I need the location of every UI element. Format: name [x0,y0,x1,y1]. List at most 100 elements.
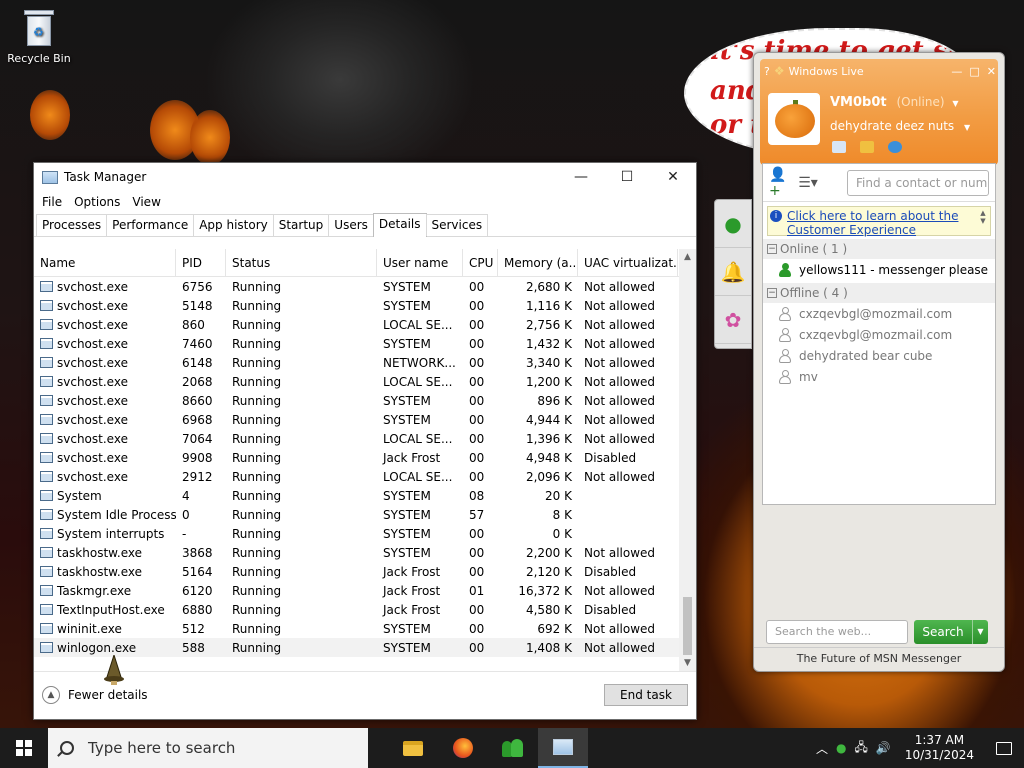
cell-name: svchost.exe [34,337,176,351]
clock[interactable]: 1:37 AM 10/31/2024 [895,733,984,763]
contact-item[interactable]: cxzqevbgl@mozmail.com [763,303,995,324]
side-tab-alerts[interactable]: 🔔 [715,248,751,296]
title-bar[interactable]: Task Manager — ☐ ✕ [34,163,696,191]
scroll-down-icon[interactable]: ▼ [679,655,696,671]
tab-processes[interactable]: Processes [36,214,108,236]
table-row[interactable]: svchost.exe 6968 Running SYSTEM 00 4,944 K Not… [34,410,696,429]
cell-memory: 896 K [537,393,572,408]
tab-users[interactable]: Users [328,214,374,236]
table-row[interactable]: svchost.exe 7064 Running LOCAL SE... 00 1,396… [34,429,696,448]
collapse-icon[interactable]: − [767,244,777,254]
minimize-button[interactable]: — [558,163,604,191]
collapse-icon[interactable]: − [767,288,777,298]
table-row[interactable]: svchost.exe 8660 Running SYSTEM 00 896 K Not a… [34,391,696,410]
user-info[interactable]: VM0b0t (Online) ▼ [830,95,959,110]
search-options-icon[interactable]: ▼ [972,620,988,644]
table-row[interactable]: svchost.exe 7460 Running SYSTEM 00 1,432 K Not… [34,334,696,353]
contact-name: cxzqevbgl@mozmail.com [799,327,953,342]
scroll-up-icon[interactable]: ▲ [679,249,696,265]
taskbar-firefox[interactable] [438,728,488,768]
network-icon[interactable]: 🖧 [850,738,871,759]
table-row[interactable]: System Idle Process 0 Running SYSTEM 57 8 K [34,505,696,524]
contact-item[interactable]: yellows111 - messenger please [763,259,995,280]
customer-experience-link[interactable]: Click here to learn about the Customer E… [787,209,976,237]
fewer-details-button[interactable]: ▲ Fewer details [42,686,148,704]
folder-icon[interactable] [860,141,874,153]
column-header-cpu[interactable]: CPU [463,249,498,277]
column-header-memory[interactable]: Memory (a... [498,249,578,277]
tray-overflow-icon[interactable]: ︿ [812,740,832,757]
column-header-user[interactable]: User name [377,249,463,277]
taskbar-msn[interactable] [488,728,538,768]
tray-msn-icon[interactable]: ● [832,741,850,755]
personal-message[interactable]: dehydrate deez nuts ▼ [830,119,970,133]
help-icon[interactable]: ? [764,65,770,78]
cell-status: Running [232,564,282,579]
tab-app-history[interactable]: App history [193,214,274,236]
close-icon[interactable]: ✕ [987,65,996,78]
table-row[interactable]: wininit.exe 512 Running SYSTEM 00 692 K Not al… [34,619,696,638]
table-row[interactable]: svchost.exe 5148 Running SYSTEM 00 1,116 K Not… [34,296,696,315]
tab-performance[interactable]: Performance [106,214,195,236]
maximize-button[interactable]: ☐ [604,163,650,191]
menu-file[interactable]: File [36,195,68,209]
taskbar-task-manager[interactable] [538,728,588,768]
end-task-button[interactable]: End task [604,684,688,706]
recycle-bin[interactable]: ♻ Recycle Bin [6,8,72,65]
table-row[interactable]: svchost.exe 2068 Running LOCAL SE... 00 1,200… [34,372,696,391]
start-button[interactable] [0,728,48,768]
table-row[interactable]: taskhostw.exe 3868 Running SYSTEM 00 2,200 K N… [34,543,696,562]
table-row[interactable]: svchost.exe 6148 Running NETWORK... 00 3,340 … [34,353,696,372]
minimize-icon[interactable]: — [951,65,962,78]
cell-memory: 3,340 K [525,355,572,370]
psm-dropdown-icon[interactable]: ▼ [964,123,970,132]
contact-item[interactable]: dehydrated bear cube [763,345,995,366]
table-row[interactable]: System 4 Running SYSTEM 08 20 K [34,486,696,505]
table-row[interactable]: Taskmgr.exe 6120 Running Jack Frost 01 16,372… [34,581,696,600]
add-contact-icon[interactable]: 👤+ [769,167,795,199]
tab-details[interactable]: Details [372,213,427,237]
taskbar-file-explorer[interactable] [388,728,438,768]
scroll-thumb[interactable] [683,597,692,655]
side-tab-contacts[interactable]: ● [715,200,751,248]
menu-options[interactable]: Options [68,195,126,209]
group-online[interactable]: − Online ( 1 ) [763,239,995,259]
menu-view[interactable]: View [126,195,166,209]
tab-services[interactable]: Services [425,214,489,236]
table-row[interactable]: TextInputHost.exe 6880 Running Jack Frost 00… [34,600,696,619]
column-header-status[interactable]: Status [226,249,377,277]
avatar[interactable] [768,93,820,145]
table-row[interactable]: svchost.exe 9908 Running Jack Frost 00 4,948 … [34,448,696,467]
mail-icon[interactable] [832,141,846,153]
column-header-pid[interactable]: PID [176,249,226,277]
cell-status: Running [232,640,282,655]
banner-scroll-icon[interactable]: ▲ ▼ [976,209,990,225]
table-row[interactable]: winlogon.exe 588 Running SYSTEM 00 1,408 K Not… [34,638,696,657]
restore-icon[interactable]: □ [969,65,979,78]
msn-title-bar[interactable]: ? ❖ Windows Live — □ ✕ [764,63,996,79]
contact-item[interactable]: cxzqevbgl@mozmail.com [763,324,995,345]
close-button[interactable]: ✕ [650,163,696,191]
vertical-scrollbar[interactable]: ▲ ▼ [679,249,696,671]
search-button[interactable]: Search [914,620,972,644]
table-row[interactable]: svchost.exe 860 Running LOCAL SE... 00 2,756 … [34,315,696,334]
group-offline[interactable]: − Offline ( 4 ) [763,283,995,303]
notifications-button[interactable] [984,728,1024,768]
table-row[interactable]: taskhostw.exe 5164 Running Jack Frost 00 2,12… [34,562,696,581]
spaces-icon[interactable] [888,141,902,153]
table-row[interactable]: svchost.exe 6756 Running SYSTEM 00 2,680 K Not… [34,277,696,296]
status-dropdown-icon[interactable]: ▼ [952,99,958,108]
column-header-uac[interactable]: UAC virtualizat... [578,249,678,277]
table-row[interactable]: svchost.exe 2912 Running LOCAL SE... 00 2,096… [34,467,696,486]
web-search-input[interactable]: Search the web... [766,620,908,644]
volume-icon[interactable]: 🔊 [872,741,895,755]
taskbar-search[interactable]: Type here to search [48,728,368,768]
contact-item[interactable]: mv [763,366,995,387]
view-options-icon[interactable]: ☰▾ [795,172,821,194]
tab-startup[interactable]: Startup [272,214,330,236]
cell-status: Running [232,431,282,446]
side-tab-spaces[interactable]: ✿ [715,296,751,344]
table-row[interactable]: System interrupts - Running SYSTEM 00 0 K [34,524,696,543]
find-contact-input[interactable]: Find a contact or number... [847,169,989,196]
process-name: System interrupts [57,526,165,541]
